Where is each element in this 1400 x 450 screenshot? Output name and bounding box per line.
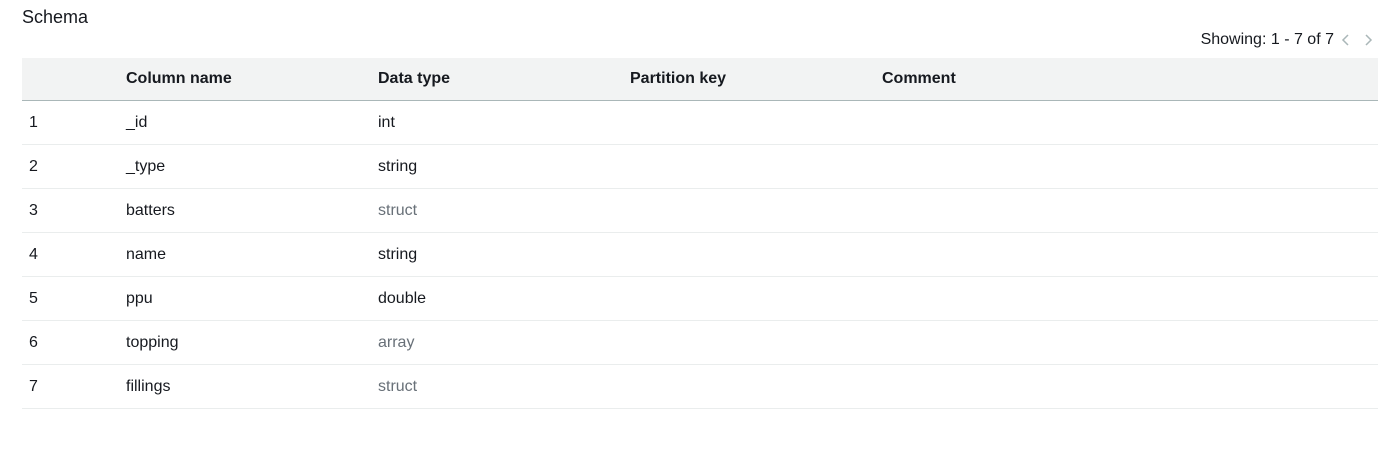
column-name-cell: fillings bbox=[126, 377, 171, 395]
column-name-cell: ppu bbox=[126, 289, 153, 307]
table-row: 7 fillings struct bbox=[22, 365, 1378, 409]
row-index: 6 bbox=[29, 333, 38, 351]
table-row: 5 ppu double bbox=[22, 277, 1378, 321]
previous-page-button[interactable] bbox=[1336, 30, 1356, 50]
column-name-cell: name bbox=[126, 245, 167, 263]
column-name-cell: _type bbox=[126, 157, 166, 175]
table-row: 1 _id int bbox=[22, 101, 1378, 145]
row-index: 4 bbox=[29, 245, 38, 263]
schema-table: Column name Data type Partition key Comm… bbox=[22, 58, 1378, 409]
chevron-left-icon bbox=[1341, 34, 1349, 46]
row-index: 5 bbox=[29, 289, 38, 307]
next-page-button[interactable] bbox=[1358, 30, 1378, 50]
pagination-status: Showing: 1 - 7 of 7 bbox=[1200, 31, 1334, 48]
pagination: Showing: 1 - 7 of 7 bbox=[1201, 29, 1378, 51]
column-name-cell: batters bbox=[126, 201, 175, 219]
table-header-row: Column name Data type Partition key Comm… bbox=[22, 58, 1378, 101]
data-type-link[interactable]: array bbox=[378, 334, 630, 352]
data-type-cell: int bbox=[378, 113, 395, 131]
data-type-link[interactable]: struct bbox=[378, 202, 630, 220]
header-comment[interactable]: Comment bbox=[882, 70, 1378, 88]
data-type-link[interactable]: struct bbox=[378, 378, 630, 396]
row-index: 7 bbox=[29, 377, 38, 395]
data-type-cell: string bbox=[378, 245, 418, 263]
header-column-name[interactable]: Column name bbox=[126, 70, 378, 88]
table-row: 3 batters struct bbox=[22, 189, 1378, 233]
row-index: 1 bbox=[29, 113, 38, 131]
column-name-cell: topping bbox=[126, 333, 179, 351]
table-row: 4 name string bbox=[22, 233, 1378, 277]
chevron-right-icon bbox=[1365, 34, 1373, 46]
section-title: Schema bbox=[22, 7, 89, 27]
row-index: 2 bbox=[29, 157, 38, 175]
row-index: 3 bbox=[29, 201, 38, 219]
header-partition-key[interactable]: Partition key bbox=[630, 70, 882, 88]
header-data-type[interactable]: Data type bbox=[378, 70, 630, 88]
data-type-cell: double bbox=[378, 289, 427, 307]
column-name-cell: _id bbox=[126, 113, 148, 131]
table-row: 2 _type string bbox=[22, 145, 1378, 189]
table-row: 6 topping array bbox=[22, 321, 1378, 365]
data-type-cell: string bbox=[378, 157, 418, 175]
